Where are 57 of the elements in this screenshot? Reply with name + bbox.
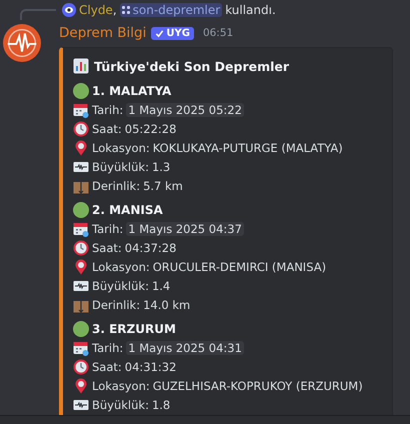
field-label: Tarih:: [92, 222, 124, 236]
bot-avatar-icon: [62, 3, 76, 17]
circle-icon: [73, 320, 89, 336]
pulse-avatar-icon[interactable]: [3, 24, 41, 62]
app-badge: UYG: [151, 26, 194, 40]
reply-username[interactable]: Clyde: [79, 3, 113, 17]
field-label: Büyüklük:: [92, 278, 149, 292]
timestamp: 06:51: [202, 27, 234, 39]
date-code: 1 Mayıs 2025 04:31: [126, 340, 244, 354]
reply-text: kullandı.: [225, 3, 276, 17]
quake-heading: 1. MALATYA: [92, 84, 172, 98]
embed-title: Türkiye'deki Son Depremler: [94, 58, 290, 74]
clock-icon: [73, 358, 89, 374]
field-value: 5.7 km: [143, 178, 183, 192]
circle-icon: [73, 202, 89, 218]
check-icon: [155, 28, 164, 38]
calendar-icon: [73, 340, 89, 356]
field-label: Saat:: [92, 240, 122, 254]
clock-icon: [73, 120, 89, 136]
map-pin-icon: [73, 258, 89, 274]
field-label: Büyüklük:: [92, 160, 149, 174]
date-code: 1 Mayıs 2025 05:22: [126, 102, 244, 116]
map-pin-icon: [73, 378, 89, 394]
date-code: 1 Mayıs 2025 04:37: [126, 222, 244, 236]
field-label: Tarih:: [92, 102, 124, 116]
field-value: 1.3: [152, 160, 170, 174]
calendar-icon: [73, 102, 89, 118]
field-label: Saat:: [92, 360, 122, 374]
field-label: Büyüklük:: [92, 398, 149, 412]
quake-heading: 3. ERZURUM: [92, 322, 176, 336]
field-label: Saat:: [92, 122, 122, 136]
field-value: 04:31:32: [124, 360, 176, 374]
field-value: KOKLUKAYA-PUTURGE (MALATYA): [152, 140, 343, 154]
reply-separator: ,: [112, 3, 117, 17]
field-value: 14.0 km: [143, 298, 190, 312]
circle-icon: [73, 82, 89, 98]
field-label: Lokasyon:: [92, 260, 150, 274]
field-value: GUZELHISAR-KOPRUKOY (ERZURUM): [152, 378, 363, 392]
field-label: Lokasyon:: [92, 140, 150, 154]
field-label: Derinlik:: [92, 178, 140, 192]
clock-icon: [73, 240, 89, 256]
command-mention[interactable]: son-depremler: [120, 3, 222, 17]
bar-chart-icon: [73, 58, 89, 74]
command-icon: [122, 6, 130, 14]
author-name[interactable]: Deprem Bilgi: [59, 25, 146, 41]
field-label: Tarih:: [92, 340, 124, 354]
field-value: 1.4: [152, 278, 170, 292]
field-value: 05:22:28: [124, 122, 176, 136]
reply-connector-line: [20, 9, 56, 20]
field-label: Lokasyon:: [92, 378, 150, 392]
field-value: 04:37:28: [124, 240, 176, 254]
quake-heading: 2. MANISA: [92, 202, 163, 216]
map-pin-icon: [73, 140, 89, 156]
field-label: Derinlik:: [92, 298, 140, 312]
field-value: 1.8: [152, 398, 170, 412]
field-value: ORUCULER-DEMIRCI (MANISA): [152, 260, 326, 274]
calendar-icon: [73, 220, 89, 236]
